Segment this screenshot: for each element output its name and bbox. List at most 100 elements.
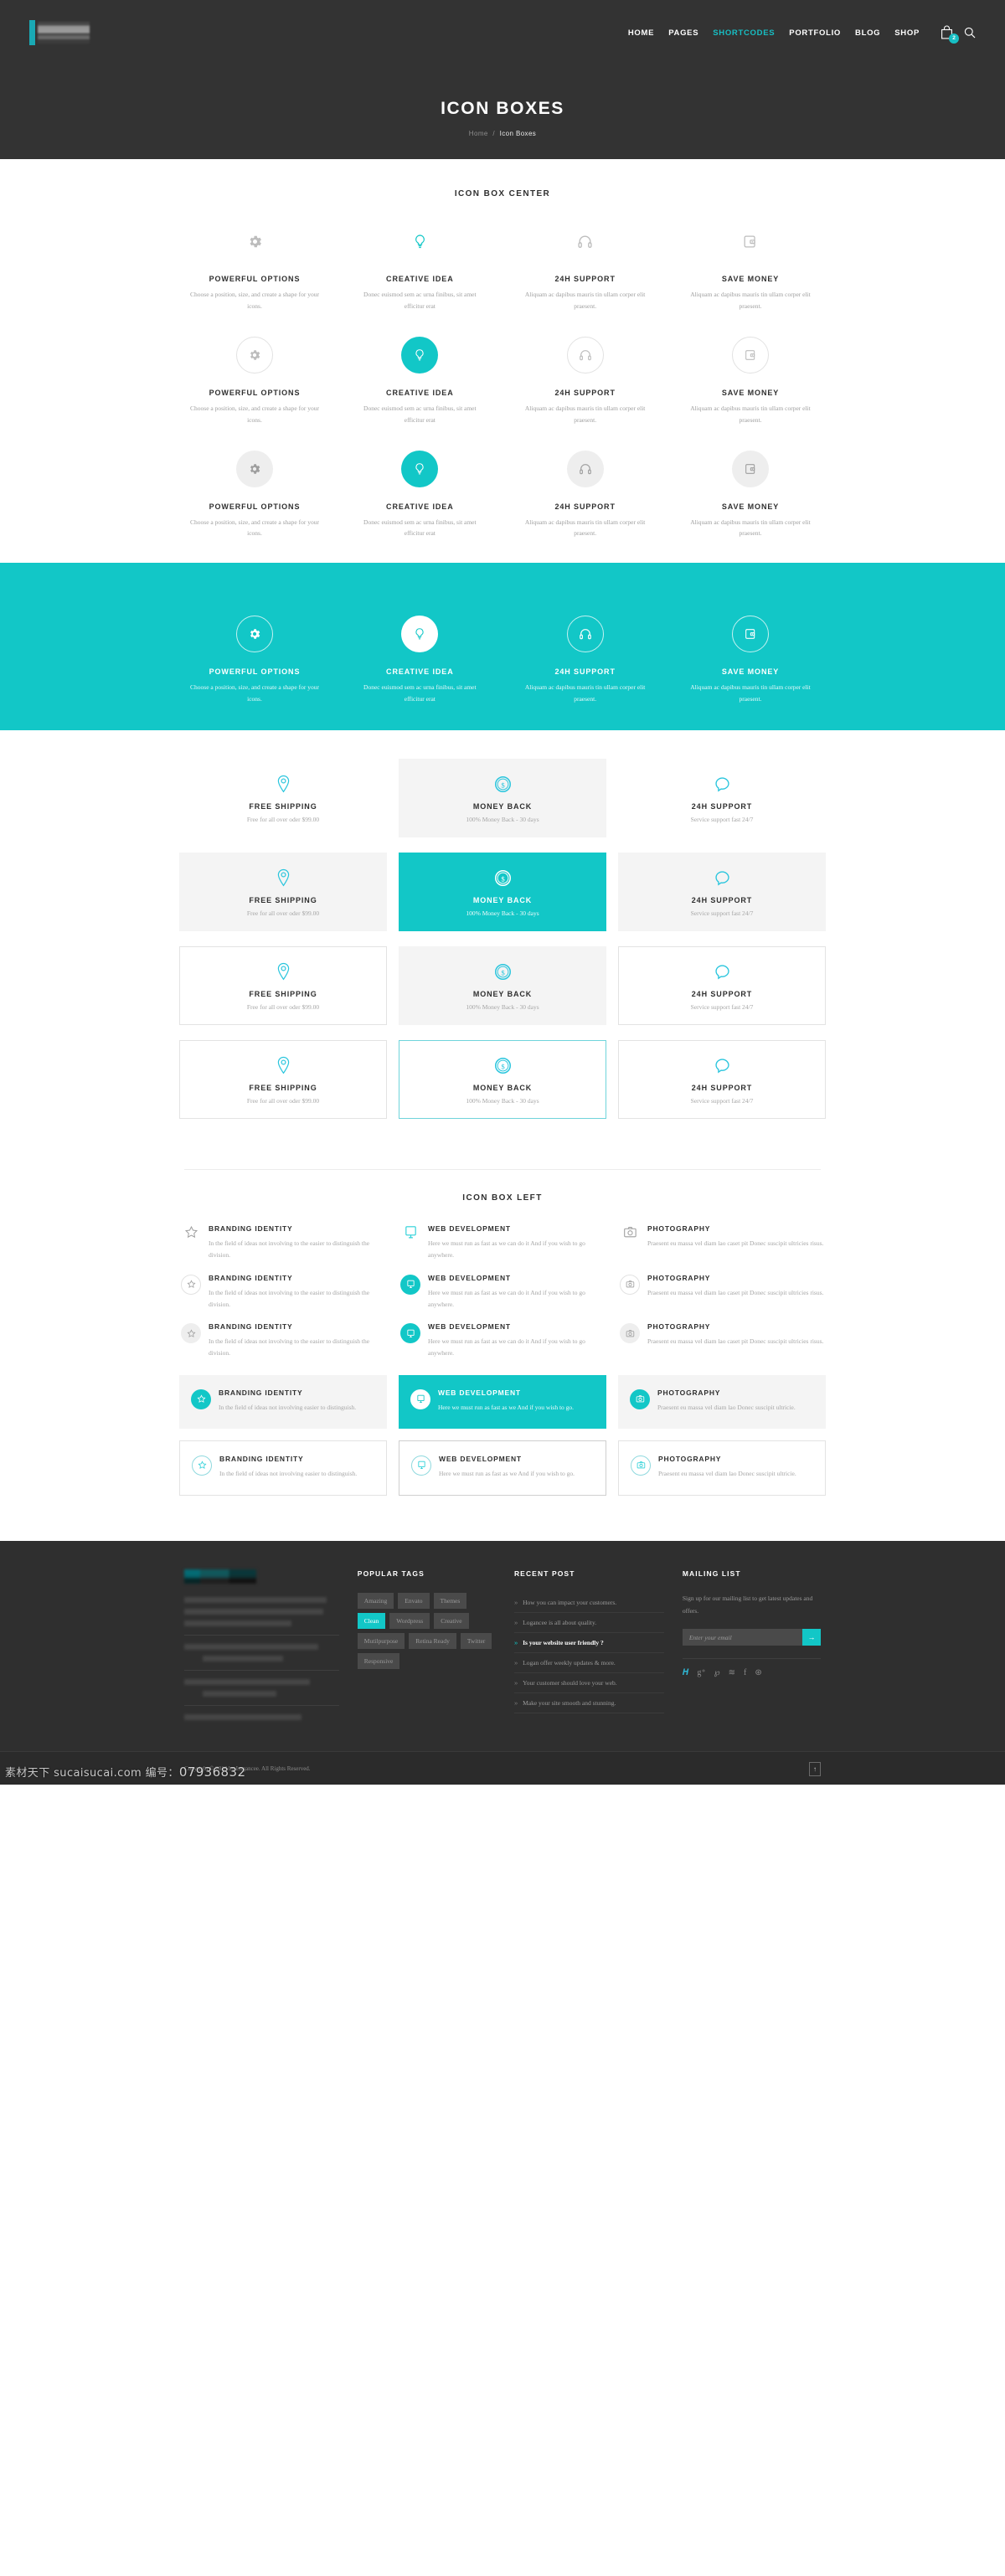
nav-item-blog[interactable]: BLOG: [855, 28, 880, 38]
left-box-web-development[interactable]: WEB DEVELOPMENT Here we must run as fast…: [399, 1274, 606, 1311]
recent-post-item[interactable]: » Your customer should love your web.: [513, 1673, 664, 1693]
feature-desc: 100% Money Back - 30 days: [466, 1003, 539, 1011]
feature-box-money-back[interactable]: $ MONEY BACK 100% Money Back - 30 days: [399, 759, 606, 837]
recent-post-item[interactable]: » Logan offer weekly updates & more.: [513, 1653, 664, 1673]
footer-recent-column: RECENT POST » How you can impact your cus…: [513, 1569, 664, 1726]
nav-item-portfolio[interactable]: PORTFOLIO: [789, 28, 841, 38]
left-box-photography[interactable]: PHOTOGRAPHY Praesent eu massa vel diam l…: [618, 1322, 826, 1360]
icon-box-desc: Aliquam ac dapibus mauris tin ullam corp…: [690, 683, 811, 703]
icon-box-24h-support[interactable]: 24H SUPPORT Aliquam ac dapibus mauris ti…: [515, 611, 656, 705]
rss-icon[interactable]: ≋: [729, 1668, 735, 1677]
headphones-icon: [579, 462, 592, 476]
feature-box-24h-support[interactable]: 24H SUPPORT Service support fast 24/7: [618, 759, 826, 837]
left-card-branding-identity[interactable]: BRANDING IDENTITY In the field of ideas …: [179, 1440, 387, 1496]
dribbble-icon[interactable]: ⊛: [755, 1668, 761, 1677]
feature-box-24h-support[interactable]: 24H SUPPORT Service support fast 24/7: [618, 946, 826, 1025]
left-card-branding-identity[interactable]: BRANDING IDENTITY In the field of ideas …: [179, 1374, 387, 1429]
left-box-branding-identity[interactable]: BRANDING IDENTITY In the field of ideas …: [179, 1224, 387, 1262]
left-card-web-development[interactable]: WEB DEVELOPMENT Here we must run as fast…: [399, 1374, 606, 1429]
feature-desc: Service support fast 24/7: [690, 1003, 754, 1011]
tag-retina-ready[interactable]: Retina Ready: [409, 1633, 456, 1649]
feature-box-free-shipping[interactable]: FREE SHIPPING Free for all over oder $99…: [179, 946, 387, 1025]
icon-box-24h-support[interactable]: 24H SUPPORT Aliquam ac dapibus mauris ti…: [515, 219, 656, 312]
nav-item-home[interactable]: HOME: [628, 28, 654, 38]
speech-bubble-icon: [714, 1058, 730, 1074]
recent-post-item[interactable]: » Is your website user friendly ?: [513, 1633, 664, 1653]
nav-item-shortcodes[interactable]: SHORTCODES: [713, 28, 775, 38]
tag-creative[interactable]: Creative: [434, 1613, 469, 1629]
recent-post-item[interactable]: » Make your site smooth and stunning.: [513, 1693, 664, 1713]
icon-box-powerful-options[interactable]: POWERFUL OPTIONS Choose a position, size…: [184, 332, 325, 426]
icon-circle: [191, 1388, 211, 1409]
feature-box-free-shipping[interactable]: FREE SHIPPING Free for all over oder $99…: [179, 1040, 387, 1119]
left-card-web-development[interactable]: WEB DEVELOPMENT Here we must run as fast…: [399, 1440, 606, 1496]
svg-text:$: $: [501, 781, 505, 789]
facebook-icon[interactable]: f: [744, 1668, 746, 1677]
google-plus-icon[interactable]: g⁺: [697, 1668, 705, 1677]
nav-item-pages[interactable]: PAGES: [668, 28, 698, 38]
nav-item-shop[interactable]: SHOP: [894, 28, 920, 38]
tag-mutilpurpose[interactable]: Mutilpurpose: [357, 1633, 405, 1649]
left-card-photography[interactable]: PHOTOGRAPHY Praesent eu massa vel diam l…: [618, 1440, 826, 1496]
icon-box-powerful-options[interactable]: POWERFUL OPTIONS Choose a position, size…: [184, 611, 325, 705]
recent-post-item[interactable]: » How you can impact your customers.: [513, 1593, 664, 1613]
breadcrumb-home[interactable]: Home: [469, 130, 488, 137]
tag-responsive[interactable]: Responsive: [357, 1653, 400, 1669]
left-box-photography[interactable]: PHOTOGRAPHY Praesent eu massa vel diam l…: [618, 1274, 826, 1311]
pinterest-icon[interactable]: ℘: [714, 1668, 720, 1677]
icon-box-title: SAVE MONEY: [721, 667, 780, 677]
tag-twitter[interactable]: Twitter: [460, 1633, 492, 1649]
icon-box-save-money[interactable]: SAVE MONEY Aliquam ac dapibus mauris tin…: [680, 332, 821, 426]
feature-box-money-back[interactable]: $ MONEY BACK 100% Money Back - 30 days: [399, 946, 606, 1025]
left-card-photography[interactable]: PHOTOGRAPHY Praesent eu massa vel diam l…: [618, 1374, 826, 1429]
icon-box-creative-idea[interactable]: CREATIVE IDEA Donec euismod sem ac urna …: [349, 611, 490, 705]
recent-post-link[interactable]: How you can impact your customers.: [523, 1599, 616, 1606]
feature-box-24h-support[interactable]: 24H SUPPORT Service support fast 24/7: [618, 1040, 826, 1119]
icon-box-24h-support[interactable]: 24H SUPPORT Aliquam ac dapibus mauris ti…: [515, 332, 656, 426]
recent-post-link[interactable]: Make your site smooth and stunning.: [523, 1699, 616, 1707]
icon-box-title: CREATIVE IDEA: [386, 667, 454, 677]
tag-wordpress[interactable]: Wordpress: [389, 1613, 430, 1629]
recent-post-link[interactable]: Your customer should love your web.: [523, 1679, 617, 1687]
search-button[interactable]: [964, 27, 976, 39]
icon-circle: [566, 616, 604, 653]
cart-button[interactable]: 2: [941, 25, 959, 44]
email-field[interactable]: [682, 1629, 802, 1646]
recent-post-link[interactable]: Logancee is all about quality.: [523, 1619, 596, 1626]
icon-box-save-money[interactable]: SAVE MONEY Aliquam ac dapibus mauris tin…: [680, 446, 821, 540]
scroll-to-top-button[interactable]: ↑: [809, 1761, 821, 1776]
feature-box-money-back[interactable]: $ MONEY BACK 100% Money Back - 30 days: [399, 1040, 606, 1119]
feature-box-24h-support[interactable]: 24H SUPPORT Service support fast 24/7: [618, 853, 826, 931]
icon-box-24h-support[interactable]: 24H SUPPORT Aliquam ac dapibus mauris ti…: [515, 446, 656, 540]
footer-tags-column: POPULAR TAGS Amazing Envato Themes Clean…: [357, 1569, 496, 1726]
site-logo[interactable]: [29, 18, 90, 47]
left-box-photography[interactable]: PHOTOGRAPHY Praesent eu massa vel diam l…: [618, 1224, 826, 1262]
recent-post-item[interactable]: » Logancee is all about quality.: [513, 1613, 664, 1633]
icon-box-save-money[interactable]: SAVE MONEY Aliquam ac dapibus mauris tin…: [680, 611, 821, 705]
recent-post-link[interactable]: Is your website user friendly ?: [523, 1639, 604, 1646]
icon-box-creative-idea[interactable]: CREATIVE IDEA Donec euismod sem ac urna …: [349, 332, 490, 426]
left-box-branding-identity[interactable]: BRANDING IDENTITY In the field of ideas …: [179, 1322, 387, 1360]
footer-logo[interactable]: [184, 1569, 256, 1584]
tag-themes[interactable]: Themes: [433, 1593, 467, 1609]
tag-clean[interactable]: Clean: [357, 1613, 386, 1629]
icon-box-save-money[interactable]: SAVE MONEY Aliquam ac dapibus mauris tin…: [680, 219, 821, 312]
feature-box-money-back[interactable]: $ MONEY BACK 100% Money Back - 30 days: [399, 853, 606, 931]
twitter-icon[interactable]: 𝑯: [683, 1668, 689, 1677]
subscribe-button[interactable]: →: [801, 1629, 821, 1646]
feature-boxes-section: FREE SHIPPING Free for all over oder $99…: [0, 730, 1005, 1119]
icon-box-creative-idea[interactable]: CREATIVE IDEA Donec euismod sem ac urna …: [349, 219, 490, 312]
icon-box-creative-idea[interactable]: CREATIVE IDEA Donec euismod sem ac urna …: [349, 446, 490, 540]
recent-post-link[interactable]: Logan offer weekly updates & more.: [523, 1659, 616, 1667]
tag-envato[interactable]: Envato: [398, 1593, 430, 1609]
icon-box-powerful-options[interactable]: POWERFUL OPTIONS Choose a position, size…: [184, 219, 325, 312]
left-box-web-development[interactable]: WEB DEVELOPMENT Here we must run as fast…: [399, 1224, 606, 1262]
feature-box-free-shipping[interactable]: FREE SHIPPING Free for all over oder $99…: [179, 853, 387, 931]
icon-box-powerful-options[interactable]: POWERFUL OPTIONS Choose a position, size…: [184, 446, 325, 540]
tag-amazing[interactable]: Amazing: [357, 1593, 394, 1609]
feature-box-free-shipping[interactable]: FREE SHIPPING Free for all over oder $99…: [179, 759, 387, 837]
page-root: HOME PAGES SHORTCODES PORTFOLIO BLOG SHO…: [0, 0, 1005, 1785]
left-box-web-development[interactable]: WEB DEVELOPMENT Here we must run as fast…: [399, 1322, 606, 1360]
left-box-branding-identity[interactable]: BRANDING IDENTITY In the field of ideas …: [179, 1274, 387, 1311]
wallet-icon: [744, 348, 757, 362]
